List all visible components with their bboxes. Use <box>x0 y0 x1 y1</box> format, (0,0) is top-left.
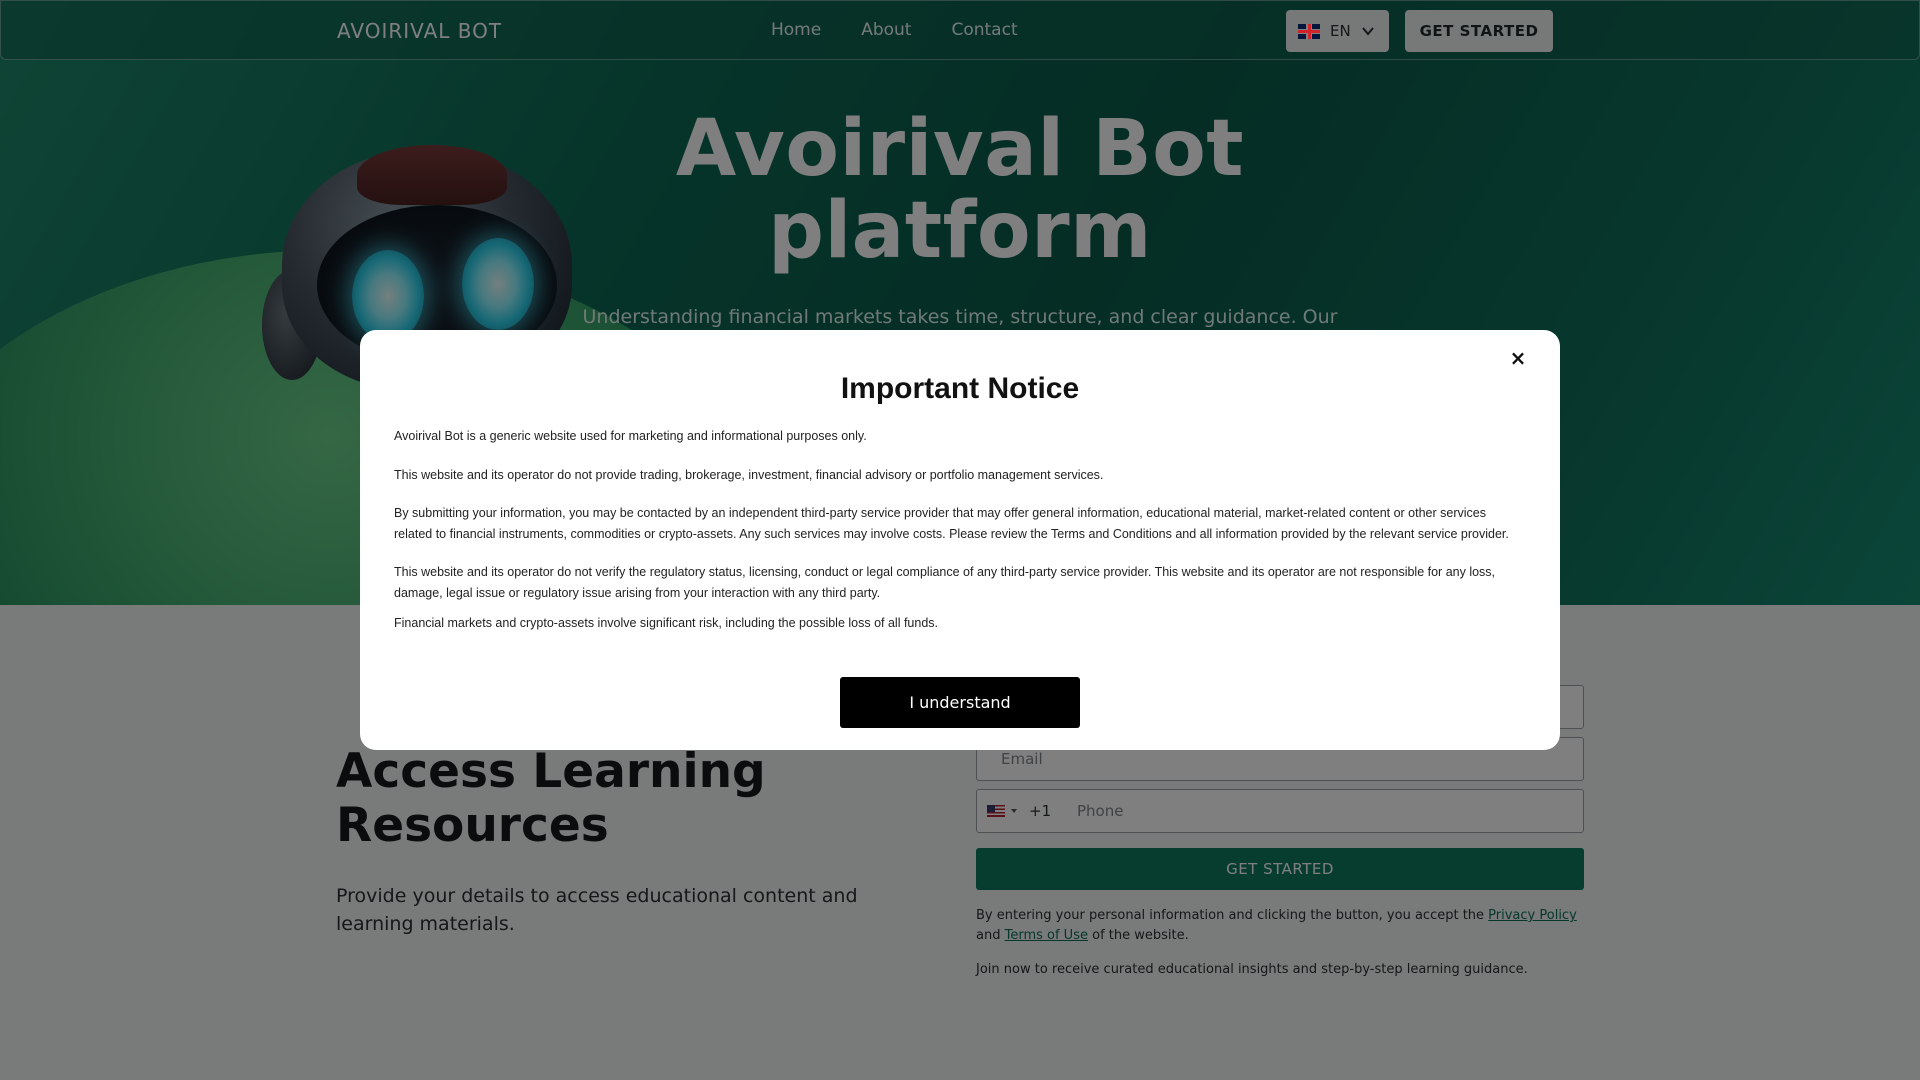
important-notice-modal: × Important Notice Avoirival Bot is a ge… <box>360 330 1560 750</box>
modal-paragraph-4: This website and its operator do not ver… <box>394 565 1496 600</box>
modal-paragraph-3: By submitting your information, you may … <box>394 506 1509 541</box>
close-icon[interactable]: × <box>1506 346 1530 370</box>
modal-paragraph-2: This website and its operator do not pro… <box>394 467 1104 482</box>
i-understand-button[interactable]: I understand <box>840 677 1080 728</box>
modal-paragraph-1: Avoirival Bot is a generic website used … <box>394 429 867 443</box>
modal-paragraph-5: Financial markets and crypto-assets invo… <box>394 616 939 630</box>
modal-title: Important Notice <box>840 372 1080 405</box>
